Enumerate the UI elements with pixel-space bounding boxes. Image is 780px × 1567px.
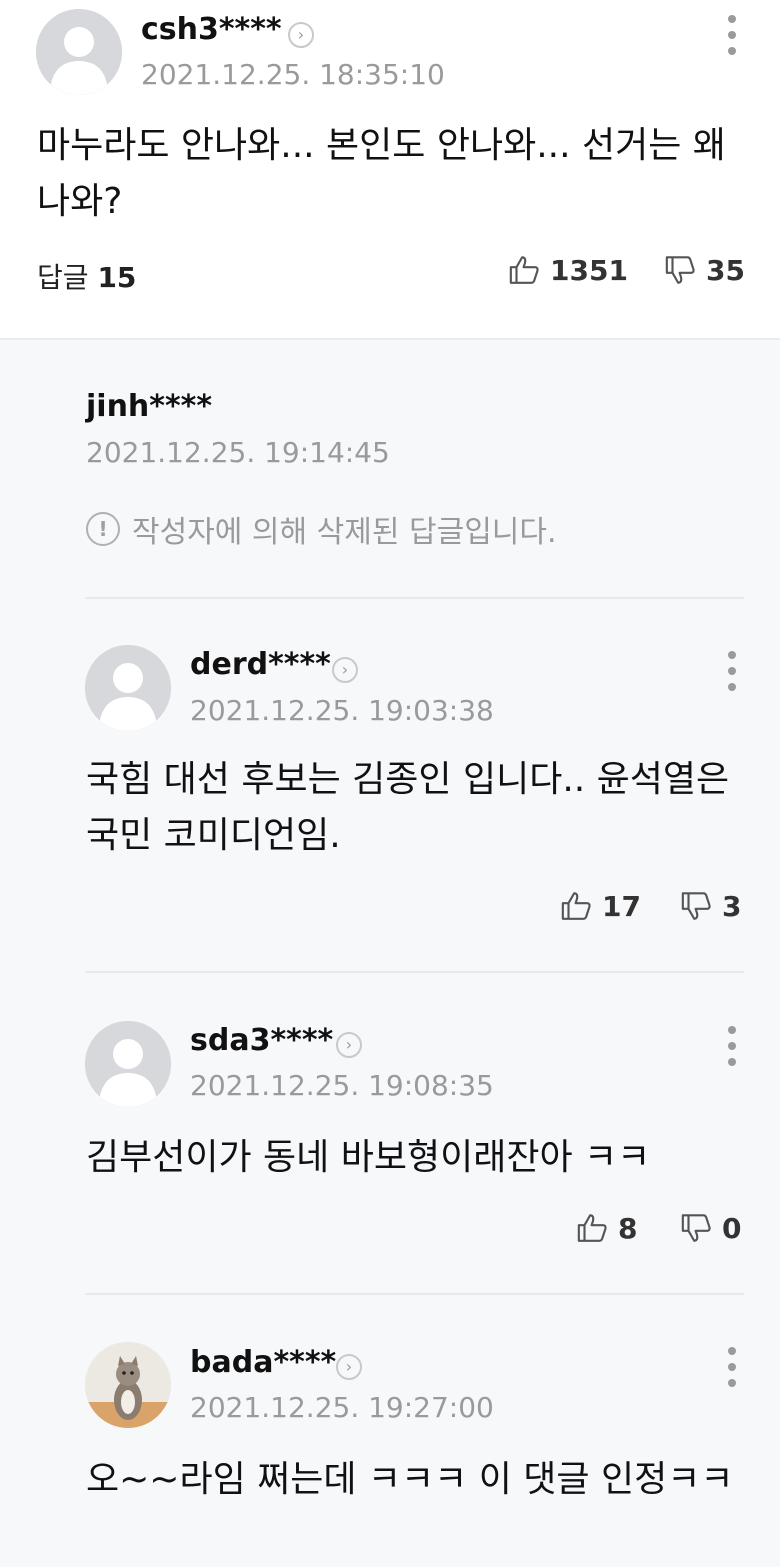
dislike-button[interactable]: 35 (664, 253, 745, 287)
reply-text: 오~~라임 쩌는데 ㅋㅋㅋ 이 댓글 인정ㅋㅋ (86, 1459, 734, 1500)
chevron-right-icon[interactable]: › (288, 22, 314, 48)
chevron-right-icon[interactable]: › (336, 1032, 362, 1058)
deleted-notice: ! 작성자에 의해 삭제된 답글입니다. (86, 507, 557, 551)
avatar[interactable] (85, 645, 171, 731)
like-count: 1351 (550, 253, 628, 287)
avatar[interactable] (85, 1021, 171, 1107)
dislike-button[interactable]: 0 (680, 1211, 741, 1245)
default-avatar-icon (85, 1021, 171, 1107)
thumbs-down-icon (681, 892, 711, 920)
exclamation-circle-icon: ! (86, 512, 120, 546)
reply-username[interactable]: sda3**** (190, 1023, 333, 1058)
reply-count-button[interactable]: 답글 15 (37, 256, 136, 296)
divider (85, 597, 744, 599)
dislike-button[interactable]: 3 (680, 889, 741, 923)
like-button[interactable]: 8 (576, 1211, 637, 1245)
like-count: 8 (618, 1211, 638, 1245)
comment-text: 마누라도 안나와... 본인도 안나와... 선거는 왜나와? (37, 125, 726, 222)
cat-avatar-image (85, 1342, 171, 1428)
more-vertical-icon[interactable] (726, 651, 738, 691)
thumbs-up-icon (577, 1214, 607, 1242)
thumbs-up-icon (561, 892, 591, 920)
username[interactable]: csh3**** (141, 12, 282, 47)
avatar[interactable] (36, 9, 122, 95)
reply-datetime: 2021.12.25. 19:27:00 (190, 1391, 494, 1424)
avatar[interactable] (85, 1342, 171, 1428)
thumbs-up-icon (509, 256, 539, 284)
reply-label: 답글 (37, 261, 89, 294)
thumbs-down-icon (665, 256, 695, 284)
reply-datetime: 2021.12.25. 19:03:38 (190, 694, 494, 727)
reply-username[interactable]: derd**** (190, 647, 331, 682)
reply-text: 김부선이가 동네 바보형이래잔아 ㅋㅋ (86, 1137, 651, 1178)
like-button[interactable]: 1351 (508, 253, 628, 287)
divider (85, 971, 744, 973)
dislike-count: 3 (722, 889, 742, 923)
chevron-right-icon[interactable]: › (332, 657, 358, 683)
reply-datetime: 2021.12.25. 19:08:35 (190, 1069, 494, 1102)
comment-datetime: 2021.12.25. 18:35:10 (141, 58, 445, 91)
like-count: 17 (602, 889, 641, 923)
reply-username[interactable]: bada**** (190, 1345, 336, 1380)
more-vertical-icon[interactable] (726, 15, 738, 55)
thumbs-down-icon (681, 1214, 711, 1242)
chevron-right-icon[interactable]: › (336, 1354, 362, 1380)
more-vertical-icon[interactable] (726, 1347, 738, 1387)
default-avatar-icon (36, 9, 122, 95)
default-avatar-icon (85, 645, 171, 731)
like-button[interactable]: 17 (560, 889, 641, 923)
reply-text: 국힘 대선 후보는 김종인 입니다.. 윤석열은 국민 코미디언임. (86, 759, 730, 856)
reply-username[interactable]: jinh**** (86, 389, 212, 424)
more-vertical-icon[interactable] (726, 1026, 738, 1066)
dislike-count: 0 (722, 1211, 742, 1245)
dislike-count: 35 (706, 253, 745, 287)
main-comment: csh3**** › 2021.12.25. 18:35:10 마누라도 안나와… (0, 0, 780, 338)
reply-count: 15 (97, 261, 137, 294)
reply-datetime: 2021.12.25. 19:14:45 (86, 436, 390, 469)
divider (85, 1293, 744, 1295)
deleted-notice-text: 작성자에 의해 삭제된 답글입니다. (132, 515, 557, 550)
